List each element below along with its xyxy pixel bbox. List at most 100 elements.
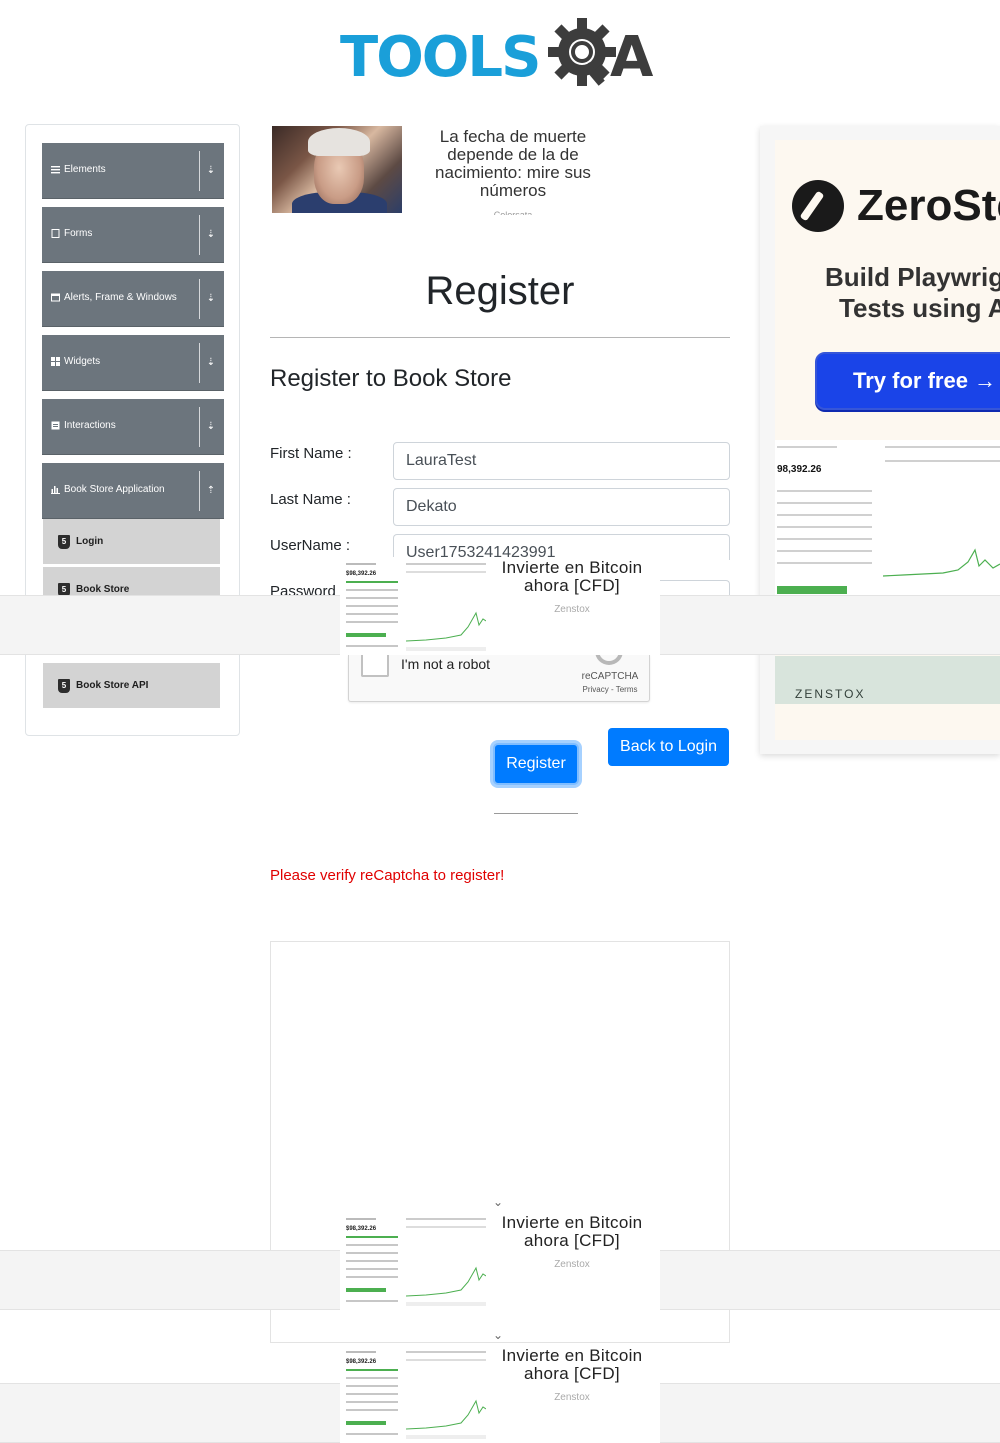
toolsqa-logo[interactable]: TOOLS A (340, 14, 670, 94)
divider (199, 407, 200, 447)
screenshot-row (777, 550, 872, 552)
interaction-icon (51, 421, 60, 430)
recaptcha-widget: I'm not a robot reCAPTCHA Privacy - Term… (348, 649, 650, 702)
screenshot-buttons (777, 586, 847, 594)
page-title: Register (425, 269, 575, 313)
price-line-chart-icon (406, 1351, 486, 1439)
sidebar-group-elements[interactable]: Elements ⇣ (42, 143, 224, 199)
expand-arrow-icon[interactable]: ⇣ (205, 292, 217, 306)
thumbnail-price: $98,392.26 (346, 1226, 377, 1232)
sidebar-group-label: Interactions (64, 420, 116, 431)
thumbnail-row (346, 1385, 398, 1387)
right-ad-price: 98,392.26 (777, 464, 822, 475)
form-subtitle: Register to Book Store (270, 365, 512, 392)
expand-arrow-icon[interactable]: ⇣ (205, 420, 217, 434)
thumbnail-panel: $98,392.26 (344, 559, 402, 653)
sidebar-group-forms[interactable]: Forms ⇣ (42, 207, 224, 263)
recaptcha-checkbox[interactable] (361, 653, 389, 677)
divider (199, 343, 200, 383)
thumbnail-price: $98,392.26 (346, 1359, 377, 1365)
recaptcha-links[interactable]: Privacy - Terms (565, 685, 655, 695)
sidebar-item-login[interactable]: 5 Login (43, 519, 220, 565)
thumbnail-row (346, 1268, 398, 1270)
expand-arrow-icon[interactable]: ⇣ (205, 228, 217, 242)
thumbnail-row (346, 1300, 398, 1302)
right-ad-brand: ZeroSte (857, 181, 1000, 230)
thumbnail-row (346, 589, 398, 591)
thumbnail-row (346, 597, 398, 599)
chevron-down-icon[interactable]: ⌄ (490, 1196, 506, 1208)
html5-icon: 5 (58, 679, 70, 693)
thumbnail-row (346, 1276, 398, 1278)
divider (270, 337, 730, 338)
divider (494, 813, 578, 814)
thumbnail-row (346, 1401, 398, 1403)
expand-arrow-icon[interactable]: ⇣ (205, 356, 217, 370)
price-line-chart-icon (406, 1218, 486, 1306)
window-icon (51, 293, 60, 302)
ad-thumbnail: $98,392.26 (344, 1347, 486, 1441)
recaptcha-label: I'm not a robot (401, 656, 491, 672)
screenshot-row (777, 562, 872, 564)
first-name-input[interactable]: LauraTest (393, 442, 730, 480)
divider (199, 471, 200, 511)
right-ad-footer: ZENSTOX (775, 656, 1000, 704)
sidebar-group-label: Widgets (64, 356, 101, 367)
ad-sponsor: Zenstox (554, 604, 590, 615)
back-to-login-button[interactable]: Back to Login (608, 728, 729, 766)
sidebar-item-book-store-api[interactable]: 5 Book Store API (43, 663, 220, 709)
thumbnail-price: $98,392.26 (346, 571, 377, 577)
screenshot-row (777, 526, 872, 528)
form-icon (51, 229, 60, 238)
thumbnail-row (346, 605, 398, 607)
right-ad-footer-text: ZENSTOX (795, 687, 866, 701)
ad-image[interactable] (272, 126, 402, 213)
right-ad-tagline-line: Build Playwrig (825, 262, 1000, 292)
screenshot-row (777, 538, 872, 540)
thumbnail-bar (346, 633, 386, 637)
expand-arrow-icon[interactable]: ⇣ (205, 164, 217, 178)
sidebar-group-widgets[interactable]: Widgets ⇣ (42, 335, 224, 391)
sidebar-group-label: Elements (64, 164, 106, 175)
sticky-ad-card[interactable]: $98,392.26 Invierte en Bitcoin ahora [CF… (340, 557, 660, 655)
logo-text-a: A (610, 25, 653, 90)
thumbnail-bar (346, 1236, 398, 1238)
ad-source: Colorsata (493, 210, 533, 215)
list-icon (51, 166, 60, 174)
register-button[interactable]: Register (493, 743, 579, 785)
thumbnail-panel: $98,392.26 (344, 1214, 402, 1308)
thumbnail-row (346, 1244, 398, 1246)
ad-headline[interactable]: Invierte en Bitcoin ahora [CFD] (492, 1214, 652, 1250)
thumbnail-row (346, 613, 398, 615)
right-ad-banner[interactable]: ZeroSte Build Playwrig Tests using A Try… (760, 126, 1000, 754)
divider (199, 279, 200, 319)
screenshot-row (885, 460, 1000, 462)
thumbnail-row (346, 1433, 398, 1435)
thumbnail-row (346, 621, 398, 623)
sidebar-group-label: Book Store Application (64, 484, 165, 495)
sticky-ad-card[interactable]: $98,392.26 Invierte en Bitcoin ahora [CF… (340, 1212, 660, 1310)
sidebar-group-interactions[interactable]: Interactions ⇣ (42, 399, 224, 455)
last-name-input[interactable]: Dekato (393, 488, 730, 526)
try-for-free-button[interactable]: Try for free → (815, 352, 1000, 410)
sticky-ad-card[interactable]: $98,392.26 Invierte en Bitcoin ahora [CF… (340, 1345, 660, 1443)
ad-headline[interactable]: Invierte en Bitcoin ahora [CFD] (492, 1347, 652, 1383)
sidebar-item-label: Book Store API (76, 680, 149, 691)
thumbnail-panel: $98,392.26 (344, 1347, 402, 1441)
sidebar-group-label: Alerts, Frame & Windows (64, 292, 177, 303)
ad-headline[interactable]: Invierte en Bitcoin ahora [CFD] (492, 559, 652, 595)
sidebar-item-label: Login (76, 536, 104, 547)
right-ad-tagline-line: Tests using A (839, 293, 1000, 323)
logo-text-tools: TOOLS (340, 25, 541, 90)
ad-sponsor: Zenstox (554, 1259, 590, 1270)
screenshot-row (777, 490, 872, 492)
collapse-arrow-icon[interactable]: ⇡ (205, 484, 217, 498)
ad-headline[interactable]: La fecha de muerte depende de la de naci… (418, 128, 608, 200)
price-line-chart-icon (406, 563, 486, 651)
password-label: Password (270, 583, 336, 595)
sidebar-group-alerts[interactable]: Alerts, Frame & Windows ⇣ (42, 271, 224, 327)
sidebar-group-label: Forms (64, 228, 93, 239)
sidebar-group-book-store-application[interactable]: Book Store Application ⇡ (42, 463, 224, 519)
thumbnail-bar (346, 581, 398, 583)
chevron-down-icon[interactable]: ⌄ (490, 1329, 506, 1341)
